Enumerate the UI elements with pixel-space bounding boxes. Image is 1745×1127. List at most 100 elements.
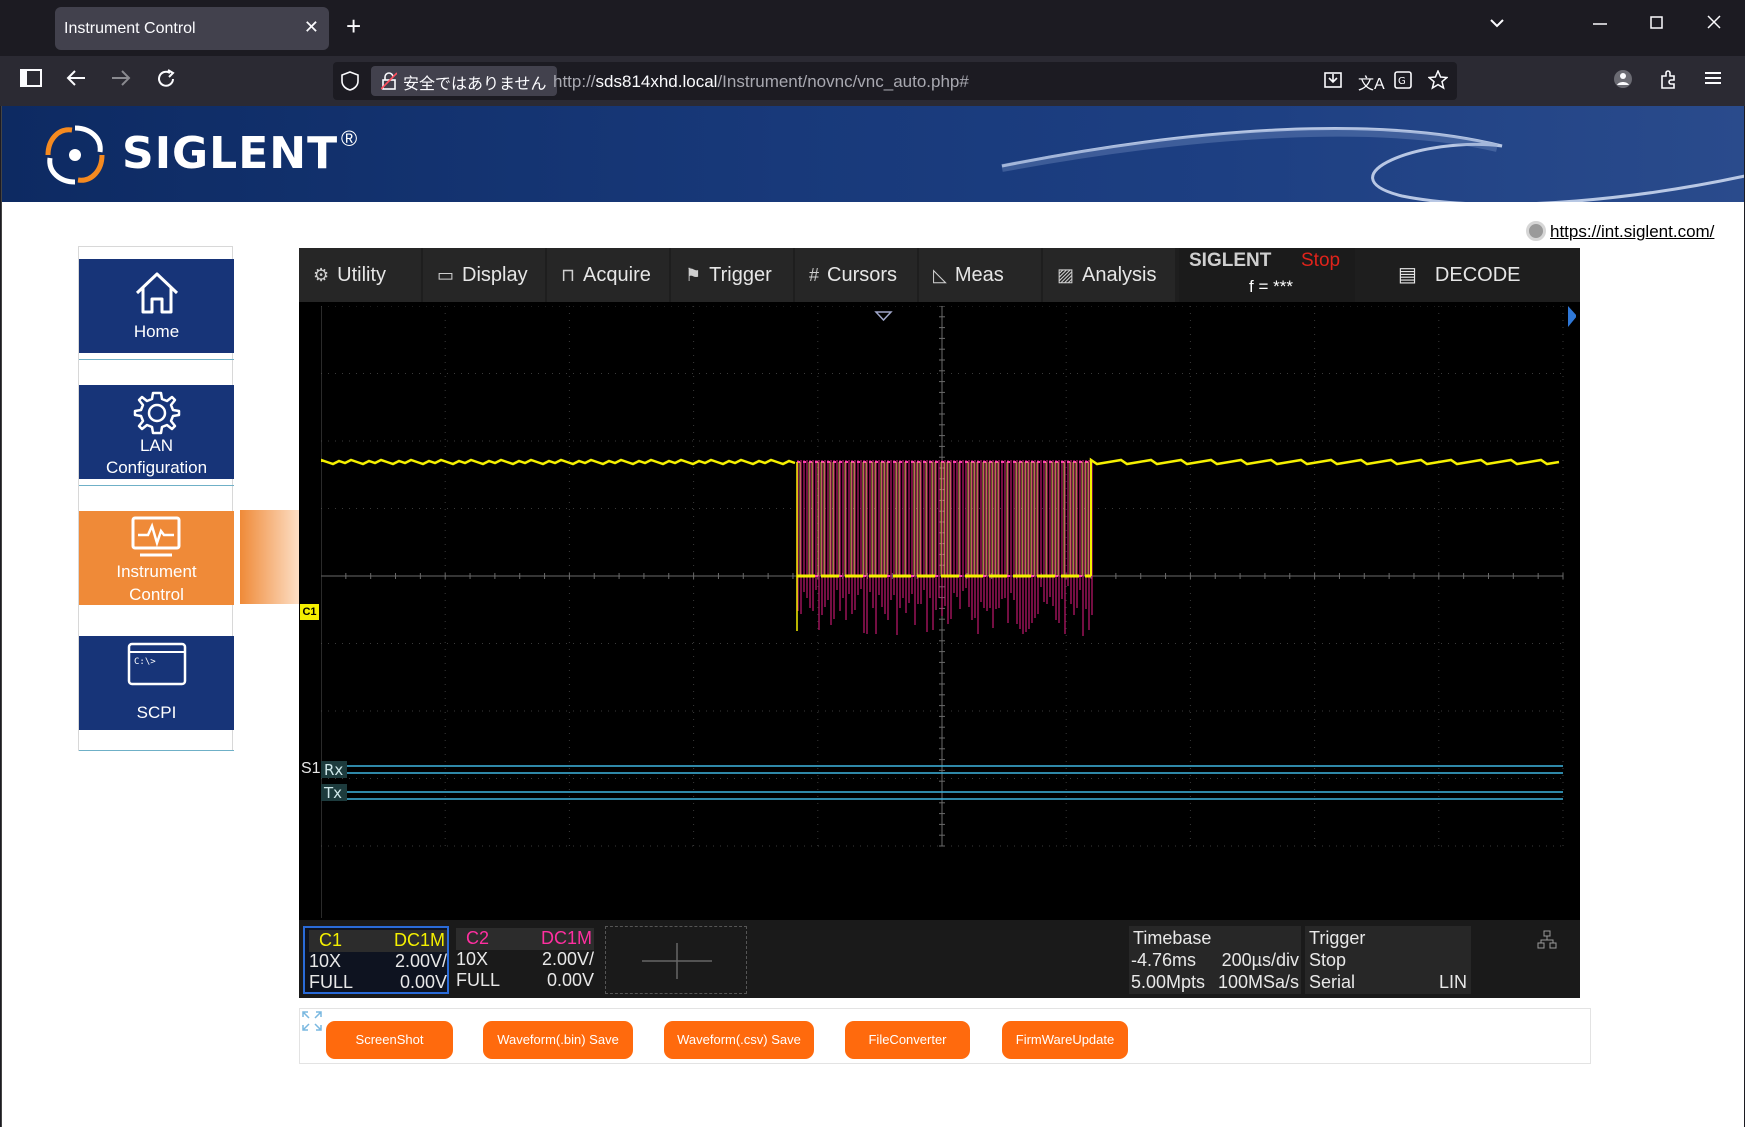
forward-icon[interactable] — [110, 68, 132, 94]
security-label: 安全ではありません — [403, 76, 547, 93]
fullscreen-icon[interactable] — [302, 1011, 322, 1036]
menu-icon[interactable] — [1703, 68, 1723, 94]
sidebar-item-instrument-control[interactable]: Instrument Control — [79, 511, 234, 605]
trigger-box[interactable]: Trigger Stop Serial LIN — [1305, 926, 1471, 994]
url-bar[interactable]: 安全ではありません http://sds814xhd.local/Instrum… — [333, 62, 1457, 100]
profile-icon[interactable] — [1612, 68, 1634, 96]
tab-instrument-control[interactable]: Instrument Control ✕ — [55, 7, 329, 50]
menu-decode[interactable]: ▤ DECODE — [1384, 248, 1580, 302]
new-tab-button[interactable]: + — [346, 13, 361, 39]
c2-name: C2 — [466, 928, 490, 948]
menu-acquire[interactable]: ⊓ Acquire — [547, 248, 669, 302]
url-path: /Instrument/novnc/vnc_auto.php# — [717, 72, 969, 91]
site-link[interactable]: https://int.siglent.com/ — [1550, 222, 1714, 242]
terminal-icon: C:\> — [127, 642, 187, 686]
menu-trigger[interactable]: ⚑ Trigger — [671, 248, 793, 302]
c1-scale: 2.00V/ — [394, 951, 447, 971]
siglent-banner: SIGLENT ® — [2, 106, 1744, 202]
security-indicator[interactable]: 安全ではありません — [371, 66, 557, 96]
close-tab-icon[interactable]: ✕ — [304, 17, 319, 38]
menu-label: Acquire — [583, 264, 651, 286]
tab-title: Instrument Control — [64, 20, 196, 37]
file-converter-button[interactable]: FileConverter — [845, 1021, 970, 1059]
menu-label: DECODE — [1434, 264, 1521, 286]
sidebar-label-instrument: Instrument — [116, 562, 197, 581]
home-icon — [135, 272, 179, 314]
menu-cursors[interactable]: # Cursors — [795, 248, 917, 302]
save-to-pocket-icon[interactable] — [1323, 70, 1343, 95]
close-window-icon[interactable] — [1706, 14, 1722, 34]
sidebar-item-home[interactable]: Home — [79, 259, 234, 353]
divider — [79, 359, 234, 360]
back-icon[interactable] — [65, 68, 87, 94]
menu-analysis[interactable]: ▨ Analysis — [1043, 248, 1175, 302]
trigger-position-marker — [874, 311, 893, 322]
menu-utility[interactable]: ⚙ Utility — [299, 248, 421, 302]
page-translate-icon[interactable]: G — [1393, 70, 1413, 95]
c1-probe: 10X — [309, 951, 342, 971]
scope-status-bar: C1 DC1M 10X 2.00V/ FULL 0.00V C2 DC1M 10X 2.0… — [299, 920, 1580, 998]
menu-label: Cursors — [827, 264, 898, 286]
c1-offset: 0.00V — [399, 972, 447, 992]
oscilloscope-screen[interactable]: ⚙ Utility ▭ Display ⊓ Acquire ⚑ Trigger # Cur… — [299, 248, 1580, 998]
channel-2-box[interactable]: C2 DC1M 10X 2.00V/ FULL 0.00V — [452, 926, 598, 994]
tracking-shield-icon[interactable] — [341, 71, 359, 96]
trigger-mode: LIN — [1438, 972, 1467, 992]
svg-text:G: G — [1398, 76, 1406, 87]
add-channel-button[interactable] — [605, 926, 747, 994]
minimize-icon[interactable] — [1592, 14, 1608, 34]
frequency-readout: f = *** — [1249, 277, 1293, 296]
sidebar-label-control: Control — [129, 585, 184, 604]
gear-icon — [133, 391, 181, 435]
sidebar-icon[interactable] — [20, 68, 42, 94]
sidebar-label-lan: LAN — [139, 436, 174, 455]
c1-coupling: DC1M — [393, 930, 445, 950]
ruler-icon: ◺ — [933, 265, 947, 285]
menu-label: Analysis — [1082, 264, 1157, 286]
decode-icon: ▤ — [1398, 264, 1417, 286]
c1-ground-marker[interactable]: C1 — [300, 604, 319, 620]
url-host: sds814xhd.local — [595, 72, 718, 91]
url-text[interactable]: http://sds814xhd.local/Instrument/novnc/… — [553, 72, 969, 92]
list-tabs-icon[interactable] — [1488, 14, 1506, 36]
firmware-update-button[interactable]: FirmWareUpdate — [1002, 1021, 1128, 1059]
channel-1-box[interactable]: C1 DC1M 10X 2.00V/ FULL 0.00V — [303, 926, 449, 994]
extensions-icon[interactable] — [1658, 68, 1680, 96]
sidebar-item-scpi[interactable]: C:\> SCPI — [79, 636, 234, 730]
c2-coupling: DC1M — [540, 928, 592, 948]
sidebar-item-lan-configuration[interactable]: LAN Configuration — [79, 385, 234, 479]
action-button-row: ScreenShot Waveform(.bin) Save Waveform(… — [299, 1008, 1591, 1064]
c1-bandwidth: FULL — [309, 972, 354, 992]
globe-icon — [1526, 221, 1546, 241]
flag-icon: ⚑ — [685, 265, 702, 285]
siglent-logo-icon — [45, 125, 105, 185]
waveform-bin-save-button[interactable]: Waveform(.bin) Save — [483, 1021, 633, 1059]
screenshot-button[interactable]: ScreenShot — [326, 1021, 453, 1059]
waveform-display[interactable]: Rx Tx — [321, 306, 1576, 918]
bookmark-star-icon[interactable] — [1427, 69, 1449, 95]
acquire-icon: ⊓ — [561, 265, 576, 285]
scope-brand: SIGLENT — [1189, 250, 1272, 271]
terminal-prompt: C:\> — [134, 657, 156, 667]
timebase-box[interactable]: Timebase -4.76ms 200µs/div 5.00Mpts 100M… — [1129, 926, 1301, 994]
translate-icon[interactable]: 文A — [1358, 70, 1385, 94]
maximize-icon[interactable] — [1649, 14, 1665, 34]
menu-display[interactable]: ▭ Display — [423, 248, 545, 302]
memory-depth: 5.00Mpts — [1131, 972, 1206, 992]
serial-bus-label: S1 — [301, 760, 321, 777]
waveform-csv-save-button[interactable]: Waveform(.csv) Save — [664, 1021, 814, 1059]
reload-icon[interactable] — [155, 68, 177, 96]
sample-rate: 100MSa/s — [1217, 972, 1299, 992]
plus-icon — [642, 943, 712, 979]
insecure-lock-icon — [380, 72, 398, 95]
brand-logo: SIGLENT — [122, 128, 339, 179]
run-state[interactable]: Stop — [1301, 250, 1340, 272]
sidebar-nav: Home LAN Configuration Instrument Contro… — [78, 246, 234, 751]
registered-mark: ® — [341, 126, 358, 151]
c1-name: C1 — [319, 930, 343, 950]
menu-meas[interactable]: ◺ Meas — [919, 248, 1041, 302]
navigation-bar: 安全ではありません http://sds814xhd.local/Instrum… — [0, 56, 1745, 106]
network-icon[interactable] — [1537, 930, 1557, 955]
gear-icon: ⚙ — [313, 265, 330, 285]
sidebar-label-scpi: SCPI — [136, 703, 177, 722]
